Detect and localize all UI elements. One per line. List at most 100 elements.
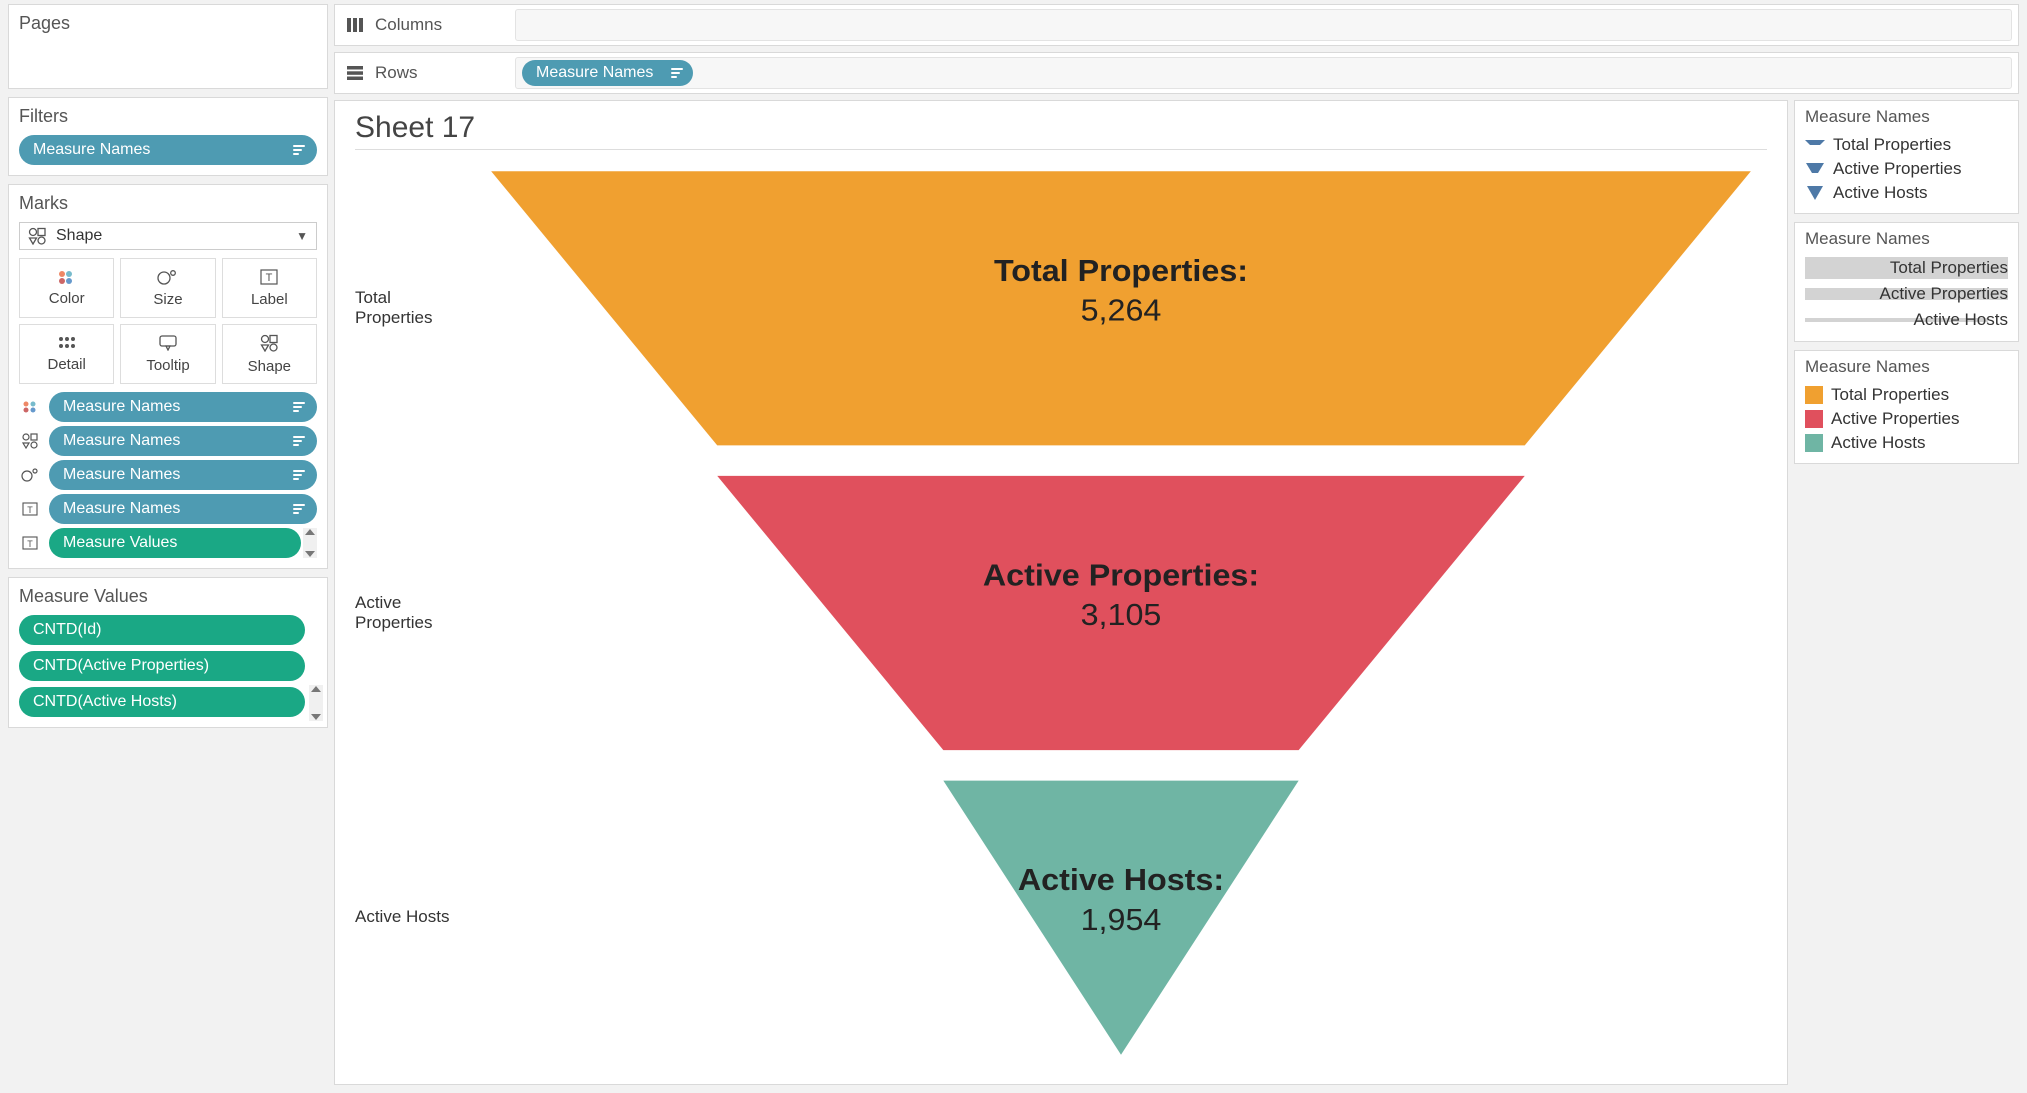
tooltip-icon [158,335,178,351]
funnel-mark-value-0: 5,264 [1081,293,1162,327]
pill-label: Measure Names [536,64,653,82]
size-legend-item-0[interactable]: Total Properties [1805,255,2008,281]
columns-shelf[interactable]: Columns [334,4,2019,46]
funnel-mark-label-2: Active Hosts: [1018,863,1224,897]
sort-icon [293,145,305,155]
triangle-down-icon [1805,186,1825,200]
label-t-icon: T [19,536,41,550]
sort-icon [293,504,305,514]
marks-card-title: Marks [19,193,317,214]
triangle-down-icon [1805,140,1825,150]
pill-label: Measure Names [63,432,180,450]
row-label-1: Active Properties [355,461,475,766]
mark-btn-color-label: Color [49,290,85,307]
funnel-chart[interactable]: Total Properties:5,264Active Properties:… [475,156,1767,1070]
pill-label: Measure Values [63,534,177,552]
triangle-down-icon [1805,163,1825,175]
mark-btn-detail-label: Detail [47,356,85,373]
color-legend-title: Measure Names [1805,357,2008,377]
mark-pill-shape[interactable]: Measure Names [49,426,317,456]
mark-btn-color[interactable]: Color [19,258,114,318]
filters-card-title: Filters [19,106,317,127]
sheet-title[interactable]: Sheet 17 [355,111,1767,145]
rows-shelf[interactable]: Rows Measure Names [334,52,2019,94]
columns-drop[interactable] [515,9,2012,41]
pill-label: CNTD(Id) [33,621,101,639]
filters-card[interactable]: Filters Measure Names [8,97,328,176]
shelves-area: Columns Rows Measure Names [334,4,2019,94]
color-legend-item-0[interactable]: Total Properties [1805,383,2008,407]
detail-icon [57,336,77,350]
shape-legend-item-1[interactable]: Active Properties [1805,157,2008,181]
legend-label: Active Hosts [1906,310,2008,330]
pill-label: CNTD(Active Properties) [33,657,209,675]
chevron-down-icon: ▼ [296,229,308,243]
mv-pill-0[interactable]: CNTD(Id) [19,615,305,645]
svg-text:T: T [27,505,33,515]
mark-btn-tooltip[interactable]: Tooltip [120,324,215,384]
legend-label: Total Properties [1833,135,1951,155]
filters-pill-measure-names[interactable]: Measure Names [19,135,317,165]
pill-label: Measure Names [63,466,180,484]
marks-card: Marks Shape ▼ Color Size T [8,184,328,569]
mark-pill-label2[interactable]: Measure Values [49,528,301,558]
legend-label: Active Properties [1872,284,2009,304]
pill-label: Measure Names [63,500,180,518]
shape-legend[interactable]: Measure Names Total Properties Active Pr… [1794,100,2019,214]
mv-pill-1[interactable]: CNTD(Active Properties) [19,651,305,681]
color-legend-item-2[interactable]: Active Hosts [1805,431,2008,455]
mv-pill-2[interactable]: CNTD(Active Hosts) [19,687,305,717]
size-icon [19,468,41,482]
color-icon [57,270,77,284]
sort-icon [293,436,305,446]
mark-pill-size[interactable]: Measure Names [49,460,317,490]
size-legend-item-2[interactable]: Active Hosts [1805,307,2008,333]
rows-label: Rows [375,63,515,83]
measure-values-card: Measure Values CNTD(Id) CNTD(Active Prop… [8,577,328,728]
color-legend-item-1[interactable]: Active Properties [1805,407,2008,431]
mark-btn-size-label: Size [153,291,182,308]
columns-icon [335,17,375,33]
svg-text:T: T [27,539,33,549]
pill-label: CNTD(Active Hosts) [33,693,177,711]
size-legend[interactable]: Measure Names Total Properties Active Pr… [1794,222,2019,342]
mark-pill-list: Measure Names Measure Names Measure Name… [19,392,317,558]
mark-btn-tooltip-label: Tooltip [146,357,189,374]
mark-btn-detail[interactable]: Detail [19,324,114,384]
pill-label: Measure Names [33,141,150,159]
legend-label: Active Hosts [1831,433,1925,453]
mark-btn-label[interactable]: T Label [222,258,317,318]
app-root: Pages Filters Measure Names Marks Shape … [0,0,2027,1093]
rows-drop[interactable]: Measure Names [515,57,2012,89]
size-icon [157,269,179,285]
size-legend-item-1[interactable]: Active Properties [1805,281,2008,307]
shape-legend-item-0[interactable]: Total Properties [1805,133,2008,157]
label-t-icon: T [19,502,41,516]
funnel-mark-value-2: 1,954 [1081,903,1162,937]
mark-btn-shape[interactable]: Shape [222,324,317,384]
left-sidebar: Pages Filters Measure Names Marks Shape … [8,4,328,1085]
funnel-mark-label-0: Total Properties: [994,254,1248,288]
pages-card-title: Pages [19,13,317,34]
funnel-area: Total Properties Active Properties Activ… [355,156,1767,1070]
mark-pill-color[interactable]: Measure Names [49,392,317,422]
mark-type-select[interactable]: Shape ▼ [19,222,317,250]
legend-label: Total Properties [1831,385,1949,405]
mark-type-label: Shape [56,227,102,245]
sort-icon [293,470,305,480]
shape-icon [28,227,46,245]
shape-legend-title: Measure Names [1805,107,2008,127]
pages-card[interactable]: Pages [8,4,328,89]
mark-btn-label-label: Label [251,291,288,308]
mark-pill-scrollbar[interactable] [303,528,317,558]
shape-legend-item-2[interactable]: Active Hosts [1805,181,2008,205]
color-legend[interactable]: Measure Names Total Properties Active Pr… [1794,350,2019,464]
mark-btn-shape-label: Shape [248,358,291,375]
sort-icon [293,402,305,412]
mark-pill-label1[interactable]: Measure Names [49,494,317,524]
mv-scrollbar[interactable] [309,685,323,721]
rows-pill-measure-names[interactable]: Measure Names [522,60,693,86]
viz-area: Sheet 17 Total Properties Active Propert… [334,100,1788,1085]
legend-label: Active Hosts [1833,183,1927,203]
mark-btn-size[interactable]: Size [120,258,215,318]
